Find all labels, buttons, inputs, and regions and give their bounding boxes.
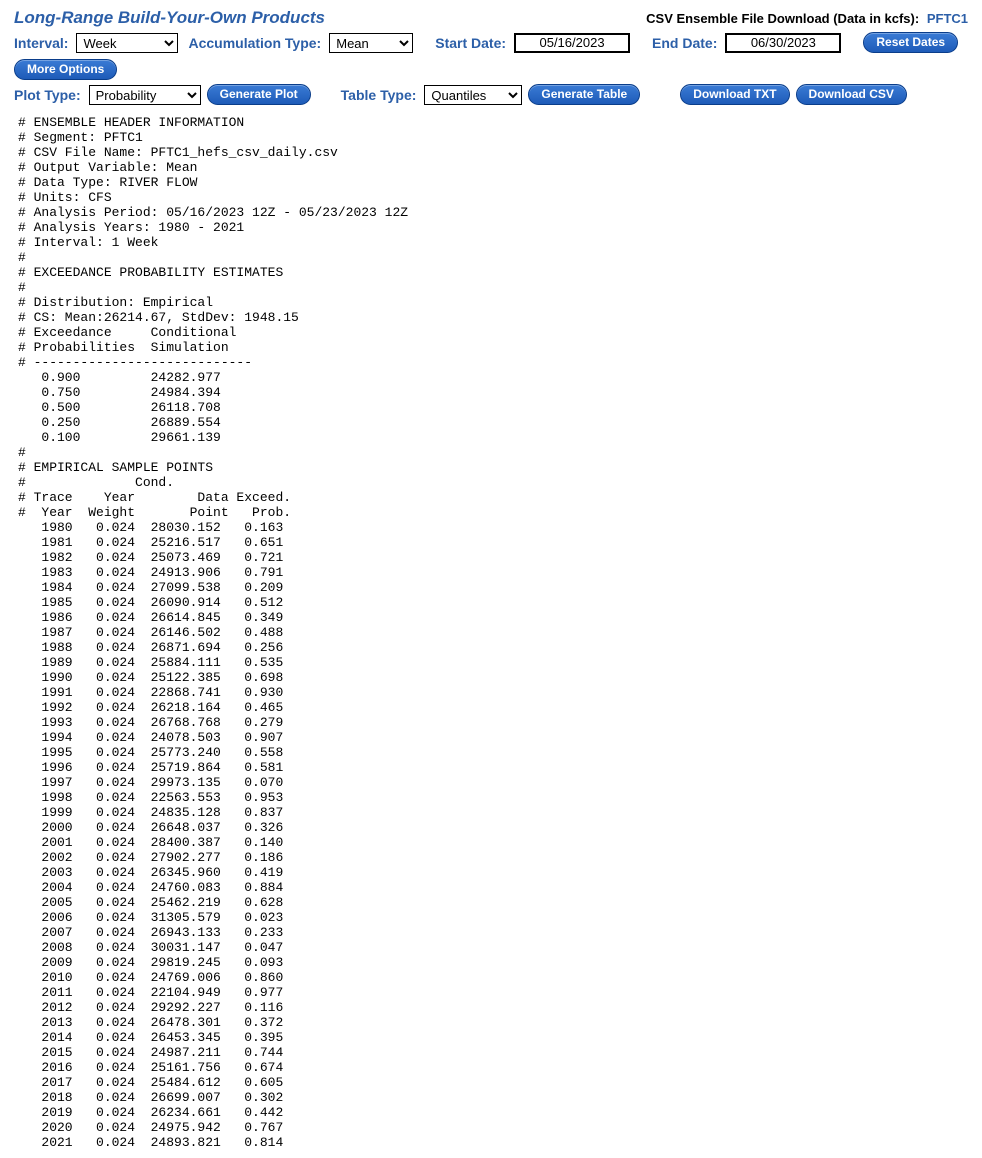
page-title: Long-Range Build-Your-Own Products (14, 8, 325, 28)
plot-type-label: Plot Type: (14, 87, 81, 103)
interval-select[interactable]: Week (76, 33, 178, 53)
end-date-label: End Date: (652, 35, 717, 51)
more-options-button[interactable]: More Options (14, 59, 117, 80)
generate-plot-button[interactable]: Generate Plot (207, 84, 311, 105)
end-date-input[interactable] (725, 33, 841, 53)
csv-download-link[interactable]: PFTC1 (927, 11, 968, 26)
accum-select[interactable]: Mean (329, 33, 413, 53)
download-txt-button[interactable]: Download TXT (680, 84, 789, 105)
start-date-input[interactable] (514, 33, 630, 53)
start-date-label: Start Date: (435, 35, 506, 51)
csv-download-label: CSV Ensemble File Download (Data in kcfs… (646, 11, 919, 26)
interval-label: Interval: (14, 35, 68, 51)
accum-label: Accumulation Type: (188, 35, 321, 51)
table-type-label: Table Type: (341, 87, 417, 103)
table-type-select[interactable]: Quantiles (424, 85, 522, 105)
reset-dates-button[interactable]: Reset Dates (863, 32, 958, 53)
plot-type-select[interactable]: Probability (89, 85, 201, 105)
text-output: # ENSEMBLE HEADER INFORMATION # Segment:… (18, 115, 968, 1150)
generate-table-button[interactable]: Generate Table (528, 84, 640, 105)
download-csv-button[interactable]: Download CSV (796, 84, 907, 105)
